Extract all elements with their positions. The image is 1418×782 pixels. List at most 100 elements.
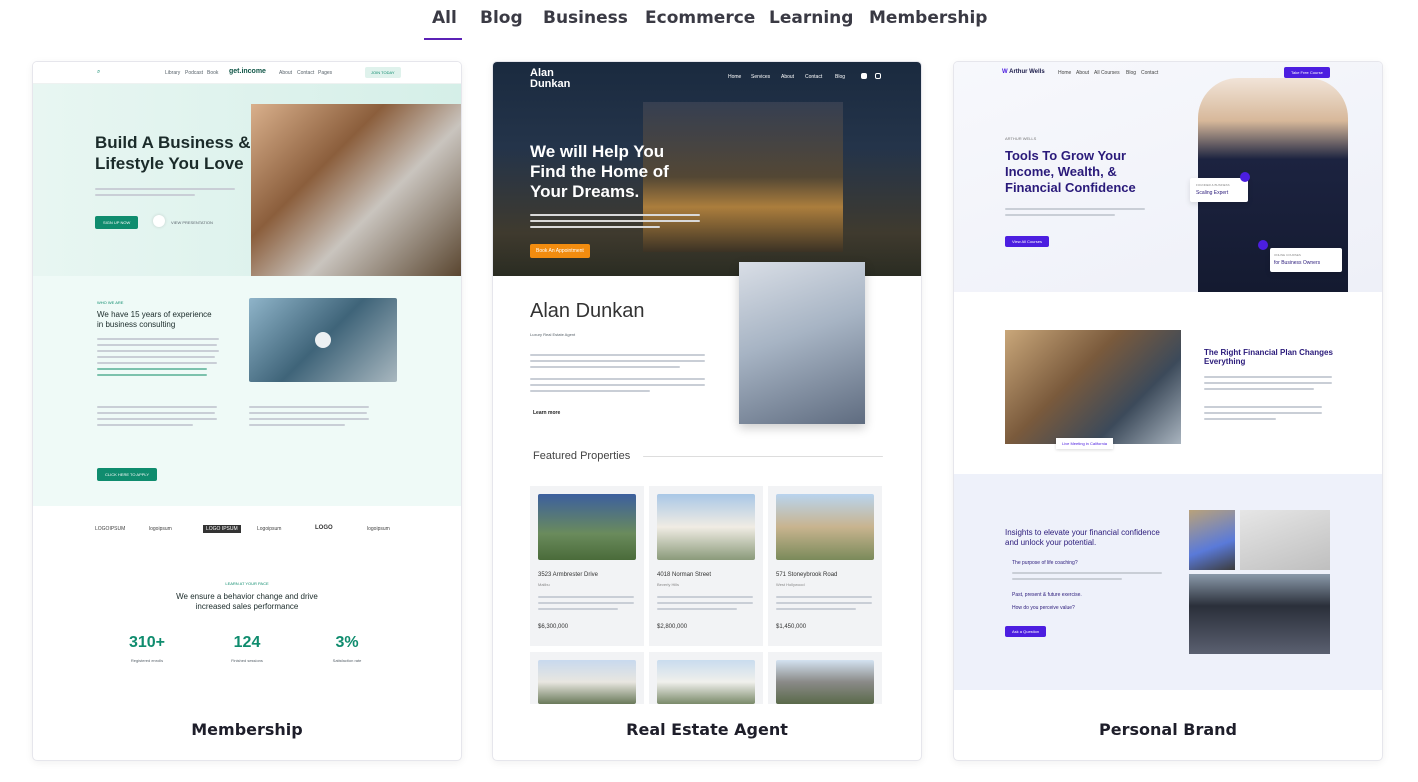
- property-photo: [657, 660, 755, 704]
- tab-membership[interactable]: Membership: [869, 8, 987, 28]
- experience-heading: We have 15 years of experience in busine…: [97, 310, 212, 330]
- insights-heading-line: Insights to elevate your financial confi…: [1005, 528, 1160, 537]
- bullet-item: The purpose of life coaching?: [1012, 560, 1078, 566]
- hero-heading-line: Your Dreams.: [530, 182, 640, 201]
- tab-blog[interactable]: Blog: [480, 8, 523, 28]
- template-card-personal-brand[interactable]: W Arthur Wells Home About All Courses Bl…: [953, 61, 1383, 761]
- active-tab-indicator: [424, 38, 462, 40]
- property-photo: [538, 660, 636, 704]
- appointment-button: Book An Appointment: [530, 244, 590, 258]
- stat-value: 124: [233, 634, 261, 651]
- insights-heading: Insights to elevate your financial confi…: [1005, 528, 1160, 548]
- hero-heading-line: We will Help You: [530, 142, 665, 161]
- personal-brand-preview: W Arthur Wells Home About All Courses Bl…: [954, 62, 1382, 704]
- tab-business[interactable]: Business: [543, 8, 628, 28]
- preview-hero: Alan Dunkan Home Services About Contact …: [493, 62, 921, 276]
- stats-section: LEARN AT YOUR PACE We ensure a behavior …: [33, 554, 461, 704]
- template-card-membership[interactable]: ⌕ Library Podcast Book get.income About …: [32, 61, 462, 761]
- property-card: 4018 Norman Street Beverly Hills $2,800,…: [649, 486, 763, 646]
- signup-button: SIGN UP NOW: [95, 216, 139, 229]
- meeting-photo: [1005, 330, 1181, 444]
- nav-link: Podcast: [185, 70, 204, 76]
- stat-label: Finished sessions: [231, 658, 263, 663]
- search-icon: ⌕: [97, 69, 101, 75]
- property-card: 571 Stoneybrook Road West Hollywood $1,4…: [768, 486, 882, 646]
- property-price: $2,800,000: [657, 624, 688, 630]
- property-photo: [776, 494, 874, 560]
- apply-button: CLICK HERE TO APPLY: [97, 468, 158, 481]
- pace-heading-line: We ensure a behavior change and drive: [176, 592, 318, 601]
- property-photo: [538, 494, 636, 560]
- nav-link: Home: [728, 74, 742, 80]
- ask-question-button: Ask a Question: [1005, 626, 1047, 637]
- bullet-item: Past, present & future exercise.: [1012, 592, 1082, 598]
- logo-line: Dunkan: [530, 78, 571, 90]
- hero-eyebrow: ARTHUR WELLS: [1005, 136, 1037, 141]
- nav-link: About: [1076, 70, 1090, 76]
- nav-link: Blog: [835, 74, 846, 80]
- client-logo: logoipsum: [149, 526, 172, 532]
- insights-heading-line: and unlock your potential.: [1005, 538, 1097, 547]
- hero-heading: Tools To Grow Your Income, Wealth, & Fin…: [1005, 148, 1136, 196]
- free-course-button: Take Free Course: [1284, 67, 1330, 78]
- membership-preview: ⌕ Library Podcast Book get.income About …: [33, 62, 461, 704]
- real-estate-preview: Alan Dunkan Home Services About Contact …: [493, 62, 921, 704]
- nav-link: About: [781, 74, 795, 80]
- courses-badge: ONLINE COURSES for Business Owners: [1270, 248, 1342, 272]
- agent-photo: [739, 262, 865, 424]
- notebook-photo: [1240, 510, 1330, 570]
- property-address: 571 Stoneybrook Road: [776, 572, 838, 578]
- founder-badge: FOUNDER & BUSINESS Scaling Expert: [1190, 178, 1248, 202]
- badge-value: for Business Owners: [1274, 260, 1321, 266]
- template-card-real-estate-agent[interactable]: Alan Dunkan Home Services About Contact …: [492, 61, 922, 761]
- nav-link: Book: [207, 70, 219, 76]
- preview-logo: W Arthur Wells: [1002, 69, 1045, 75]
- property-city: West Hollywood: [776, 582, 805, 587]
- view-courses-button: View All Courses: [1005, 236, 1049, 247]
- facebook-icon: [861, 73, 867, 79]
- hero-heading-line: Tools To Grow Your: [1005, 148, 1127, 163]
- nav-link: Contact: [805, 74, 823, 80]
- card-title: Personal Brand: [1099, 720, 1237, 739]
- logo-text: Arthur Wells: [1009, 69, 1045, 75]
- nav-link: Contact: [297, 70, 315, 76]
- property-price: $6,300,000: [538, 624, 569, 630]
- house-photo: [643, 102, 843, 252]
- badge-label: FOUNDER & BUSINESS: [1196, 183, 1230, 187]
- property-card: [649, 652, 763, 704]
- property-card: [530, 652, 644, 704]
- phone-photo: [1189, 510, 1235, 570]
- live-meeting-badge: Live Meeting in California: [1056, 438, 1113, 449]
- property-city: Malibu: [538, 582, 550, 587]
- join-button: JOIN TODAY: [365, 67, 401, 78]
- team-photo: [251, 104, 461, 276]
- preview-navbar: ⌕ Library Podcast Book get.income About …: [33, 62, 461, 84]
- about-section: WHO WE ARE We have 15 years of experienc…: [33, 276, 461, 506]
- client-logo: LOGO IPSUM: [203, 525, 241, 533]
- tab-learning[interactable]: Learning: [769, 8, 853, 28]
- section-eyebrow: LEARN AT YOUR PACE: [225, 581, 269, 586]
- nav-link: Contact: [1141, 70, 1159, 76]
- property-card: [768, 652, 882, 704]
- tab-ecommerce[interactable]: Ecommerce: [645, 8, 755, 28]
- property-photo: [657, 494, 755, 560]
- insights-section: Insights to elevate your financial confi…: [954, 474, 1382, 690]
- logo-mark-icon: W: [1002, 69, 1008, 75]
- client-logo: Logoipsum: [257, 526, 282, 532]
- experience-heading-line: in business consulting: [97, 320, 176, 329]
- nav-link: Home: [1058, 70, 1072, 76]
- play-icon: [153, 215, 165, 227]
- logo-strip: LOGOIPSUM logoipsum LOGO IPSUM Logoipsum…: [33, 506, 461, 554]
- stat-value: 3%: [335, 634, 359, 651]
- featured-heading: Featured Properties: [533, 450, 631, 462]
- tab-all[interactable]: All: [432, 8, 457, 28]
- card-title: Membership: [191, 720, 303, 739]
- experience-heading-line: We have 15 years of experience: [97, 310, 212, 319]
- nav-link: Services: [751, 74, 771, 80]
- property-city: Beverly Hills: [657, 582, 680, 587]
- check-icon: [1240, 172, 1250, 182]
- preview-hero: Build A Business & Lifestyle You Love SI…: [33, 84, 461, 276]
- play-icon: [315, 332, 331, 348]
- hero-heading-line: Build A Business &: [95, 133, 251, 152]
- hero-heading: Build A Business & Lifestyle You Love: [95, 132, 251, 174]
